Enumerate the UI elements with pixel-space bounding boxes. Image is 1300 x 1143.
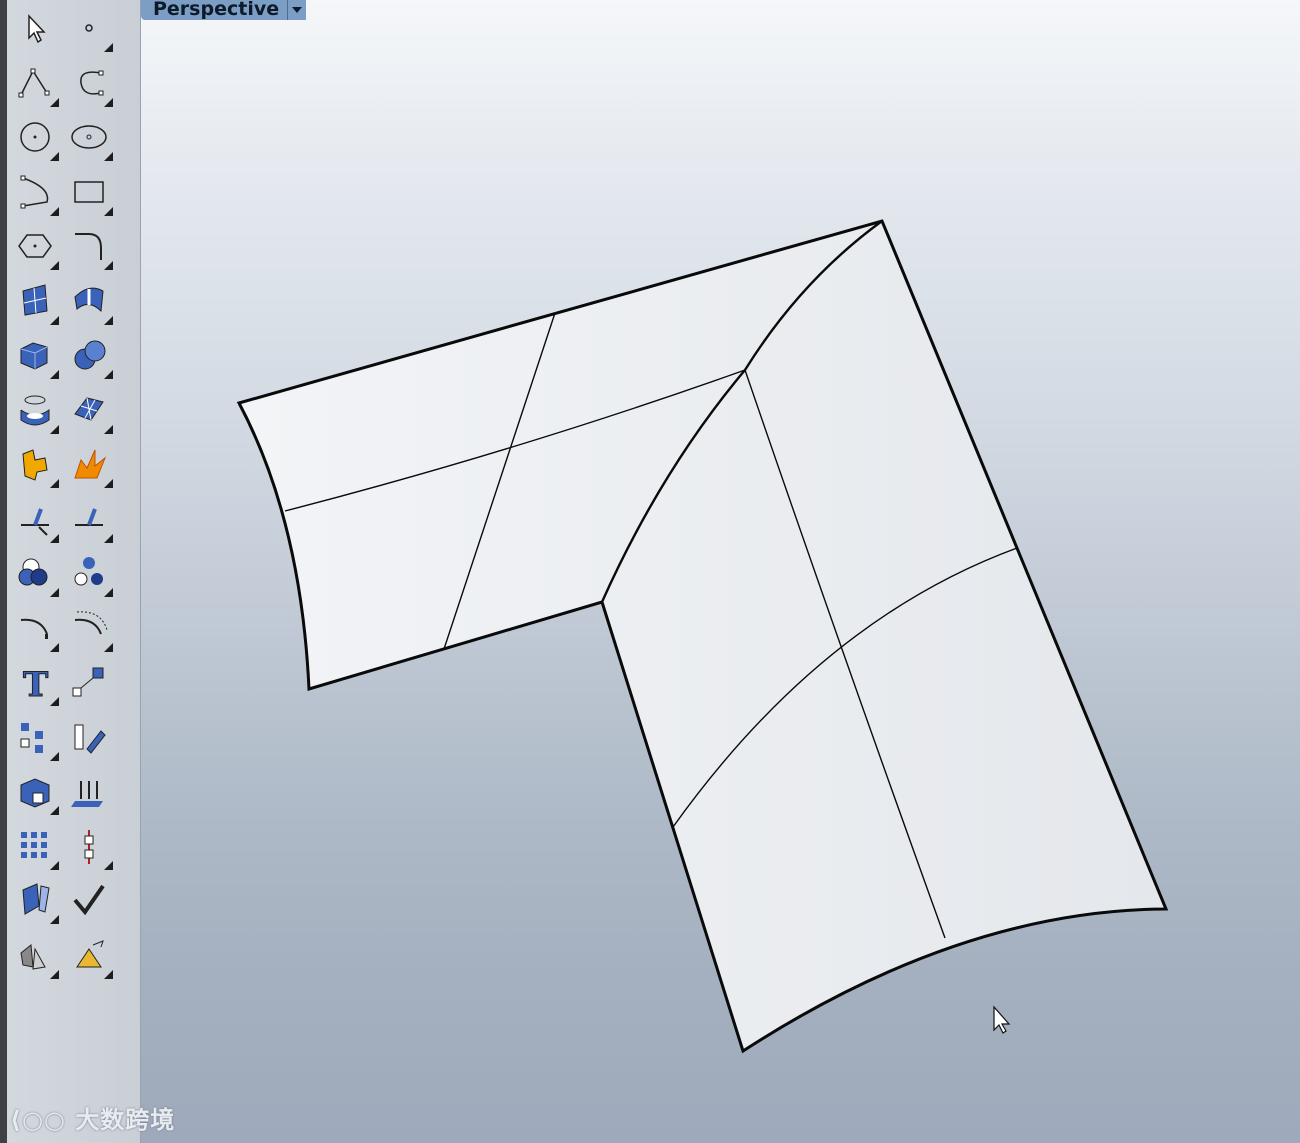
flyout-indicator[interactable]: [50, 915, 59, 924]
flyout-indicator[interactable]: [104, 424, 113, 434]
viewport-title[interactable]: Perspective: [141, 0, 288, 20]
chevron-down-icon: [292, 7, 303, 13]
flyout-indicator[interactable]: [50, 642, 59, 652]
boolean-union-button[interactable]: [11, 549, 59, 597]
scale-button[interactable]: [65, 658, 113, 706]
surface-tools-button[interactable]: [65, 277, 113, 325]
render-button[interactable]: [11, 931, 59, 979]
watermark-logo-icon: ⟨○○: [10, 1106, 66, 1134]
flyout-indicator[interactable]: [50, 697, 59, 706]
flyout-indicator[interactable]: [50, 588, 59, 597]
check-icon: [73, 884, 105, 916]
flyout-indicator[interactable]: [50, 751, 59, 761]
window-left-edge: [0, 0, 7, 1143]
box-button[interactable]: [11, 331, 59, 379]
block-button[interactable]: [11, 767, 59, 815]
extrude-icon: [71, 781, 103, 807]
flyout-indicator[interactable]: [50, 969, 59, 979]
circle-button[interactable]: [11, 113, 59, 161]
flyout-indicator[interactable]: [104, 479, 113, 488]
surface-from-points-button[interactable]: [11, 277, 59, 325]
watermark: ⟨○○ 大数跨境: [10, 1100, 175, 1135]
arc-button[interactable]: [11, 168, 59, 216]
flyout-indicator[interactable]: [50, 806, 59, 815]
flyout-indicator[interactable]: [50, 261, 59, 270]
watermark-text: 大数跨境: [75, 1106, 176, 1134]
join-button[interactable]: [11, 440, 59, 488]
render-tools-button[interactable]: [65, 931, 113, 979]
select-arrow-button[interactable]: [11, 4, 59, 52]
flyout-indicator[interactable]: [50, 315, 59, 325]
curve-button[interactable]: [65, 59, 113, 107]
solid-tools-button[interactable]: [65, 331, 113, 379]
viewport-canvas[interactable]: [141, 0, 1300, 1143]
check-button[interactable]: [65, 876, 113, 924]
flyout-indicator[interactable]: [104, 152, 113, 161]
flyout-indicator[interactable]: [104, 533, 113, 543]
flyout-indicator[interactable]: [104, 261, 113, 270]
flyout-indicator[interactable]: [104, 642, 113, 652]
flyout-indicator[interactable]: [104, 206, 113, 216]
polygon-button[interactable]: [11, 222, 59, 270]
mouse-cursor-icon: [993, 1005, 1011, 1034]
viewport-menu-button[interactable]: [287, 0, 307, 20]
offset-curve-button[interactable]: [65, 604, 113, 652]
grid-array-button[interactable]: [11, 822, 59, 870]
flyout-indicator[interactable]: [50, 152, 59, 161]
analyze-button[interactable]: [11, 876, 59, 924]
flyout-indicator[interactable]: [104, 588, 113, 597]
select-arrow-icon: [28, 14, 46, 44]
flyout-indicator[interactable]: [104, 370, 113, 379]
perspective-viewport[interactable]: Perspective: [141, 0, 1300, 1143]
rectangle-button[interactable]: [65, 168, 113, 216]
explode-button[interactable]: [65, 440, 113, 488]
flyout-indicator[interactable]: [50, 479, 59, 488]
fillet-button[interactable]: [11, 604, 59, 652]
flyout-indicator[interactable]: [104, 97, 113, 107]
scale-icon: [72, 667, 104, 697]
ellipse-button[interactable]: [65, 113, 113, 161]
flyout-indicator[interactable]: [104, 43, 113, 52]
flyout-indicator[interactable]: [104, 315, 113, 325]
main-toolbar: T: [7, 0, 141, 1143]
extrude-button[interactable]: [65, 767, 113, 815]
flyout-indicator[interactable]: [104, 860, 113, 870]
flyout-indicator[interactable]: [50, 424, 59, 434]
split-button[interactable]: [65, 495, 113, 543]
flyout-indicator[interactable]: [50, 533, 59, 543]
group-button[interactable]: [65, 549, 113, 597]
point-button[interactable]: [65, 4, 113, 52]
polyline-button[interactable]: [11, 59, 59, 107]
orient-icon: [74, 724, 106, 754]
dimension-button[interactable]: [65, 822, 113, 870]
flyout-indicator[interactable]: [50, 370, 59, 379]
flyout-indicator[interactable]: [50, 860, 59, 870]
array-button[interactable]: [11, 713, 59, 761]
orient-button[interactable]: [65, 713, 113, 761]
flyout-indicator[interactable]: [104, 969, 113, 979]
viewport-title-tab[interactable]: Perspective: [141, 0, 307, 20]
svg-text:T: T: [23, 665, 48, 705]
text-button[interactable]: T: [11, 658, 59, 706]
fillet-curve-button[interactable]: [65, 222, 113, 270]
trim-button[interactable]: [11, 495, 59, 543]
flyout-indicator[interactable]: [50, 97, 59, 107]
cylinder-button[interactable]: [11, 386, 59, 434]
flyout-indicator[interactable]: [50, 206, 59, 216]
mesh-button[interactable]: [65, 386, 113, 434]
